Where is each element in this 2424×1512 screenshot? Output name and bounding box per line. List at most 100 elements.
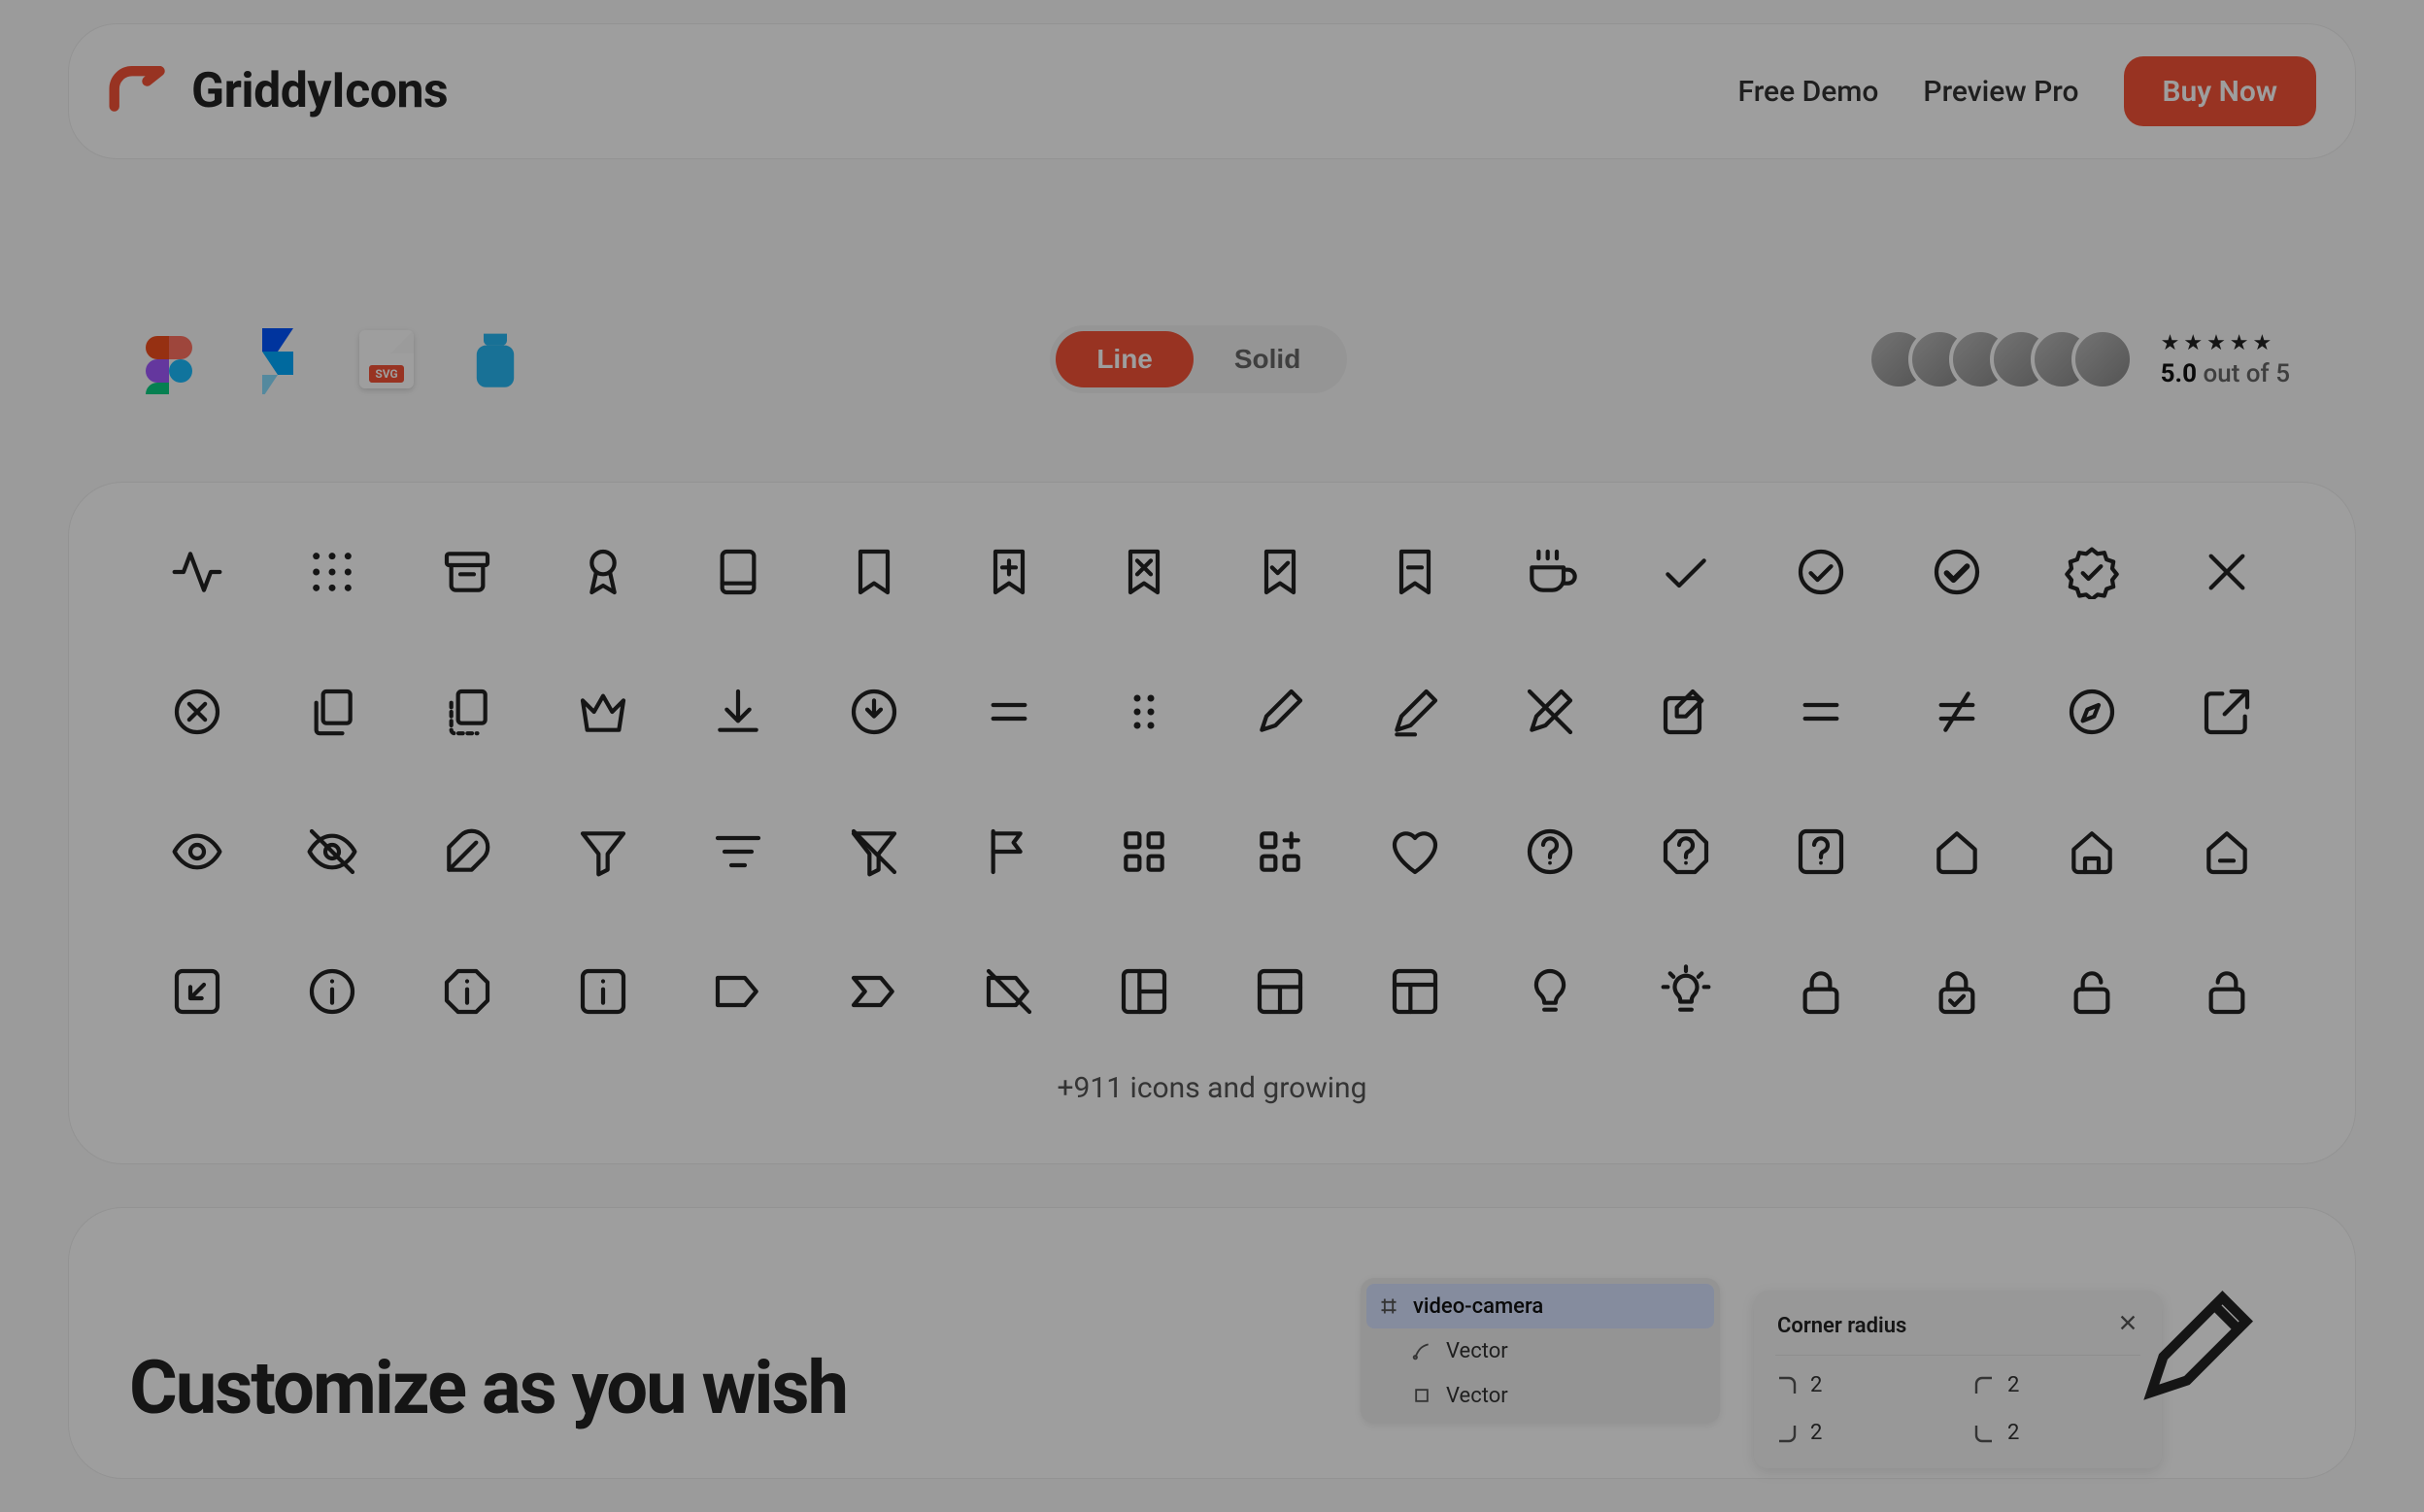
info-square-icon[interactable] bbox=[572, 960, 634, 1023]
radius-tr-value: 2 bbox=[2007, 1373, 2019, 1397]
nav-free-demo[interactable]: Free Demo bbox=[1738, 75, 1879, 109]
tag-off-icon[interactable] bbox=[978, 960, 1040, 1023]
radius-bottom-left[interactable]: 2 bbox=[1775, 1421, 1943, 1445]
brand-logo-icon bbox=[108, 58, 174, 124]
flag-icon[interactable] bbox=[978, 821, 1040, 883]
bookmark-x-icon[interactable] bbox=[1113, 541, 1175, 603]
label-icon[interactable] bbox=[707, 960, 769, 1023]
style-toggle-line[interactable]: Line bbox=[1056, 331, 1194, 387]
style-toggle-solid[interactable]: Solid bbox=[1194, 331, 1341, 387]
iconjar-icon bbox=[460, 324, 530, 394]
pen-off-icon[interactable] bbox=[1519, 681, 1581, 743]
crown-icon[interactable] bbox=[572, 681, 634, 743]
apps-icon[interactable] bbox=[1249, 821, 1311, 883]
equals-icon[interactable] bbox=[1790, 681, 1852, 743]
svg-file-icon: SVG bbox=[352, 324, 421, 394]
layout-top-icon[interactable] bbox=[1249, 960, 1311, 1023]
bookmark-minus-icon[interactable] bbox=[1384, 541, 1446, 603]
layers-vector1-name: Vector bbox=[1446, 1339, 1508, 1363]
frame-icon bbox=[1378, 1295, 1399, 1317]
framer-icon bbox=[243, 324, 313, 394]
rating-suffix: out of 5 bbox=[2197, 359, 2290, 388]
feather-icon[interactable] bbox=[436, 821, 498, 883]
icons-growing-label: +911 icons and growing bbox=[129, 1071, 2295, 1105]
rating-text: ★★★★★ 5.0 out of 5 bbox=[2161, 331, 2290, 388]
x-circle-icon[interactable] bbox=[166, 681, 228, 743]
corner-radius-title: Corner radius bbox=[1777, 1314, 1906, 1338]
unlock-alt-icon[interactable] bbox=[2196, 960, 2258, 1023]
pencil-icon[interactable] bbox=[1384, 681, 1446, 743]
download-icon[interactable] bbox=[707, 681, 769, 743]
heart-icon[interactable] bbox=[1384, 821, 1446, 883]
tag-arrow-icon[interactable] bbox=[843, 960, 905, 1023]
bookmark-icon[interactable] bbox=[843, 541, 905, 603]
brand-name: GriddyIcons bbox=[191, 63, 448, 119]
copy-icon[interactable] bbox=[301, 681, 363, 743]
bookmark-plus-icon[interactable] bbox=[978, 541, 1040, 603]
svg-badge-label: SVG bbox=[369, 365, 403, 383]
filter-lines-icon[interactable] bbox=[707, 821, 769, 883]
grid-icon[interactable] bbox=[1113, 821, 1175, 883]
verified-icon[interactable] bbox=[2061, 541, 2123, 603]
lock-icon[interactable] bbox=[1790, 960, 1852, 1023]
radius-bottom-right[interactable]: 2 bbox=[1972, 1421, 2140, 1445]
check-badge-icon[interactable] bbox=[1926, 541, 1988, 603]
check-icon[interactable] bbox=[1655, 541, 1717, 603]
compass-icon[interactable] bbox=[2061, 681, 2123, 743]
check-circle-icon[interactable] bbox=[1790, 541, 1852, 603]
layout-window-icon[interactable] bbox=[1384, 960, 1446, 1023]
home-minus-icon[interactable] bbox=[2196, 821, 2258, 883]
icon-grid-card: +911 icons and growing bbox=[68, 482, 2356, 1164]
eye-icon[interactable] bbox=[166, 821, 228, 883]
lock-check-icon[interactable] bbox=[1926, 960, 1988, 1023]
book-icon[interactable] bbox=[707, 541, 769, 603]
drag-dots-icon[interactable] bbox=[1113, 681, 1175, 743]
lightbulb-icon[interactable] bbox=[1519, 960, 1581, 1023]
copy-dashed-icon[interactable] bbox=[436, 681, 498, 743]
nav-preview-pro[interactable]: Preview Pro bbox=[1923, 75, 2078, 109]
page-root: GriddyIcons Free Demo Preview Pro Buy No… bbox=[0, 23, 2424, 1479]
brand: GriddyIcons bbox=[108, 58, 448, 124]
help-octagon-icon[interactable] bbox=[1655, 821, 1717, 883]
eye-off-icon[interactable] bbox=[301, 821, 363, 883]
drag-h-icon[interactable] bbox=[978, 681, 1040, 743]
radius-bl-value: 2 bbox=[1810, 1421, 1822, 1445]
layers-row-vector-1[interactable]: Vector bbox=[1366, 1328, 1714, 1373]
rating-block: ★★★★★ 5.0 out of 5 bbox=[1868, 328, 2290, 390]
help-square-icon[interactable] bbox=[1790, 821, 1852, 883]
home-alt-icon[interactable] bbox=[2061, 821, 2123, 883]
radius-top-left[interactable]: 2 bbox=[1775, 1373, 1943, 1397]
download-circle-icon[interactable] bbox=[843, 681, 905, 743]
edit-square-icon[interactable] bbox=[1655, 681, 1717, 743]
tool-row: SVG Line Solid ★★★★★ bbox=[68, 324, 2356, 394]
edit-pen-icon[interactable] bbox=[1249, 681, 1311, 743]
archive-icon[interactable] bbox=[436, 541, 498, 603]
info-circle-icon[interactable] bbox=[301, 960, 363, 1023]
activity-icon[interactable] bbox=[166, 541, 228, 603]
award-icon[interactable] bbox=[572, 541, 634, 603]
unlock-icon[interactable] bbox=[2061, 960, 2123, 1023]
x-icon[interactable] bbox=[2196, 541, 2258, 603]
layers-row-vector-2[interactable]: Vector bbox=[1366, 1373, 1714, 1418]
idea-icon[interactable] bbox=[1655, 960, 1717, 1023]
filter-off-icon[interactable] bbox=[843, 821, 905, 883]
filter-icon[interactable] bbox=[572, 821, 634, 883]
rating-score: 5.0 bbox=[2161, 359, 2197, 388]
bookmark-check-icon[interactable] bbox=[1249, 541, 1311, 603]
home-icon[interactable] bbox=[1926, 821, 1988, 883]
help-circle-icon[interactable] bbox=[1519, 821, 1581, 883]
external-link-icon[interactable] bbox=[2196, 681, 2258, 743]
info-octagon-icon[interactable] bbox=[436, 960, 498, 1023]
layers-group-name: video-camera bbox=[1413, 1294, 1543, 1319]
coffee-icon[interactable] bbox=[1519, 541, 1581, 603]
not-equal-icon[interactable] bbox=[1926, 681, 1988, 743]
vector-square-icon bbox=[1411, 1385, 1432, 1406]
box-arrow-in-icon[interactable] bbox=[166, 960, 228, 1023]
layers-row-group[interactable]: video-camera bbox=[1366, 1284, 1714, 1328]
grid-dots-icon[interactable] bbox=[301, 541, 363, 603]
layout-left-icon[interactable] bbox=[1113, 960, 1175, 1023]
nav-buy-now[interactable]: Buy Now bbox=[2124, 56, 2317, 126]
header-card: GriddyIcons Free Demo Preview Pro Buy No… bbox=[68, 23, 2356, 159]
radius-top-right[interactable]: 2 bbox=[1972, 1373, 2140, 1397]
radius-tl-value: 2 bbox=[1810, 1373, 1822, 1397]
